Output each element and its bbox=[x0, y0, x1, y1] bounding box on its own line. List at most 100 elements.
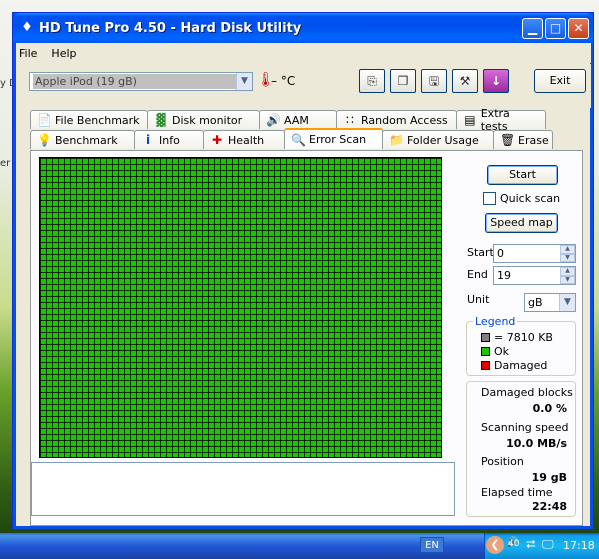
tab-aam[interactable]: 🔊 AAM bbox=[259, 110, 337, 129]
folder-icon: 📁 bbox=[389, 133, 404, 147]
speed-map-button[interactable]: Speed map bbox=[485, 213, 558, 233]
download-icon[interactable]: ↓ bbox=[483, 69, 509, 93]
elapsed-time-value: 22:48 bbox=[531, 500, 567, 513]
speaker-icon: 🔊 bbox=[266, 113, 281, 127]
legend-label: Ok bbox=[494, 345, 510, 358]
tab-erase[interactable]: 🗑 Erase bbox=[493, 130, 553, 149]
toolbar: Apple iPod (19 gB) ▼ 🌡 – °C ⎘ ❐ 🖫 ⚒ ↓ Ex… bbox=[17, 64, 591, 108]
tab-label: AAM bbox=[284, 113, 309, 127]
menu-help[interactable]: Help bbox=[51, 47, 76, 60]
tab-benchmark[interactable]: 💡 Benchmark bbox=[30, 130, 135, 149]
spinner-arrows-icon[interactable]: ▲ ▼ bbox=[560, 267, 575, 284]
hdtune-app-icon: ♦ bbox=[21, 20, 33, 35]
unit-select[interactable]: gB ▼ bbox=[524, 293, 576, 312]
title-bar[interactable]: ♦ HD Tune Pro 4.50 - Hard Disk Utility ▁… bbox=[13, 13, 593, 43]
scan-block-map bbox=[39, 157, 442, 458]
tab-extra-tests[interactable]: ▤ Extra tests bbox=[456, 107, 546, 133]
menu-bar: File Help bbox=[17, 43, 591, 63]
start-value: 0 bbox=[497, 247, 504, 260]
tab-error-scan[interactable]: 🔍 Error Scan bbox=[284, 128, 383, 149]
tab-label: Erase bbox=[518, 133, 549, 147]
stats-group: Damaged blocks 0.0 % Scanning speed 10.0… bbox=[466, 381, 576, 517]
tab-row-top: 📄 File Benchmark ▓ Disk monitor 🔊 AAM ∷ … bbox=[30, 107, 546, 133]
end-value: 19 bbox=[497, 269, 511, 282]
random-access-icon: ∷ bbox=[346, 113, 354, 127]
chevron-left-icon[interactable]: ❮ bbox=[486, 536, 504, 554]
tab-label: Error Scan bbox=[309, 133, 367, 146]
benchmark-icon: 💡 bbox=[37, 133, 52, 147]
scan-log-box bbox=[31, 462, 455, 516]
chevron-down-icon[interactable]: ▼ bbox=[236, 73, 252, 90]
damaged-swatch bbox=[481, 361, 490, 370]
damaged-blocks-value: 0.0 % bbox=[532, 402, 567, 415]
disk-monitor-icon: ▓ bbox=[156, 113, 166, 127]
maximize-button[interactable]: □ bbox=[545, 17, 566, 39]
scanning-speed-value: 10.0 MB/s bbox=[506, 437, 567, 450]
end-field-label: End bbox=[467, 268, 488, 281]
position-value: 19 gB bbox=[531, 471, 567, 484]
unit-value: gB bbox=[528, 296, 543, 309]
chevron-down-icon[interactable]: ▼ bbox=[559, 294, 575, 311]
window-title: HD Tune Pro 4.50 - Hard Disk Utility bbox=[39, 20, 302, 36]
tray-text: 40 bbox=[508, 539, 520, 549]
copy-screenshot-icon[interactable]: ❐ bbox=[390, 69, 416, 93]
tab-label: Random Access bbox=[361, 113, 448, 127]
desktop-text-2: er bbox=[0, 158, 11, 169]
tray-network-icon[interactable]: ⮂ bbox=[526, 537, 536, 552]
drive-select-value: Apple iPod (19 gB) bbox=[33, 74, 236, 89]
tab-info[interactable]: i Info bbox=[134, 130, 204, 149]
start-field-label: Start bbox=[467, 246, 494, 259]
tab-disk-monitor[interactable]: ▓ Disk monitor bbox=[147, 110, 260, 129]
copy-info-icon[interactable]: ⎘ bbox=[359, 69, 385, 93]
quick-scan-label: Quick scan bbox=[500, 192, 561, 205]
legend-title: Legend bbox=[473, 315, 518, 328]
legend-label: = 7810 KB bbox=[494, 331, 553, 344]
menu-file[interactable]: File bbox=[19, 47, 37, 60]
options-icon[interactable]: ⚒ bbox=[452, 69, 478, 93]
legend-label: Damaged bbox=[494, 359, 548, 372]
error-scan-panel: Start Quick scan Speed map Start 0 ▲ ▼ En… bbox=[30, 150, 583, 526]
temperature-readout: – °C bbox=[271, 74, 296, 88]
unit-field-label: Unit bbox=[467, 293, 490, 306]
block-swatch bbox=[481, 333, 490, 342]
taskbar-clock[interactable]: 17:18 bbox=[563, 539, 595, 552]
legend-group: Legend = 7810 KB Ok Damaged bbox=[466, 315, 576, 376]
language-indicator[interactable]: EN bbox=[420, 537, 444, 553]
tray-monitor-icon[interactable]: 🖵 bbox=[542, 537, 554, 552]
file-benchmark-icon: 📄 bbox=[37, 113, 52, 127]
scanning-speed-label: Scanning speed bbox=[481, 421, 569, 434]
legend-item-ok: Ok bbox=[481, 345, 509, 358]
damaged-blocks-label: Damaged blocks bbox=[481, 386, 573, 399]
info-icon: i bbox=[145, 133, 151, 147]
tab-health[interactable]: ✚ Health bbox=[203, 130, 285, 149]
spinner-arrows-icon[interactable]: ▲ ▼ bbox=[560, 245, 575, 262]
quick-scan-checkbox[interactable] bbox=[483, 192, 496, 205]
exit-button[interactable]: Exit bbox=[534, 69, 586, 93]
ok-swatch bbox=[481, 347, 490, 356]
tab-row-bottom: 💡 Benchmark i Info ✚ Health 🔍 Error Scan… bbox=[30, 128, 553, 149]
extra-tests-icon: ▤ bbox=[464, 113, 476, 127]
tab-file-benchmark[interactable]: 📄 File Benchmark bbox=[30, 110, 148, 129]
start-spinner[interactable]: 0 ▲ ▼ bbox=[493, 244, 576, 263]
health-cross-icon: ✚ bbox=[211, 133, 223, 147]
tab-label: Disk monitor bbox=[172, 113, 243, 127]
start-scan-button[interactable]: Start bbox=[487, 165, 558, 185]
tab-label: Info bbox=[159, 133, 180, 147]
drive-select[interactable]: Apple iPod (19 gB) ▼ bbox=[29, 72, 253, 91]
legend-item-damaged: Damaged bbox=[481, 359, 547, 372]
quick-scan-row[interactable]: Quick scan bbox=[483, 192, 560, 205]
tab-folder-usage[interactable]: 📁 Folder Usage bbox=[382, 130, 494, 149]
tab-label: File Benchmark bbox=[55, 113, 140, 127]
position-label: Position bbox=[481, 455, 524, 468]
minimize-button[interactable]: ▁ bbox=[522, 17, 543, 39]
elapsed-time-label: Elapsed time bbox=[481, 486, 553, 499]
end-spinner[interactable]: 19 ▲ ▼ bbox=[493, 266, 576, 285]
save-icon[interactable]: 🖫 bbox=[421, 69, 447, 93]
tab-label: Folder Usage bbox=[407, 133, 479, 147]
trash-icon: 🗑 bbox=[500, 133, 516, 147]
tab-label: Health bbox=[228, 133, 265, 147]
close-button[interactable]: ✕ bbox=[568, 17, 589, 39]
tab-random-access[interactable]: ∷ Random Access bbox=[336, 110, 457, 129]
tab-label: Benchmark bbox=[55, 133, 118, 147]
legend-item-block: = 7810 KB bbox=[481, 331, 553, 344]
